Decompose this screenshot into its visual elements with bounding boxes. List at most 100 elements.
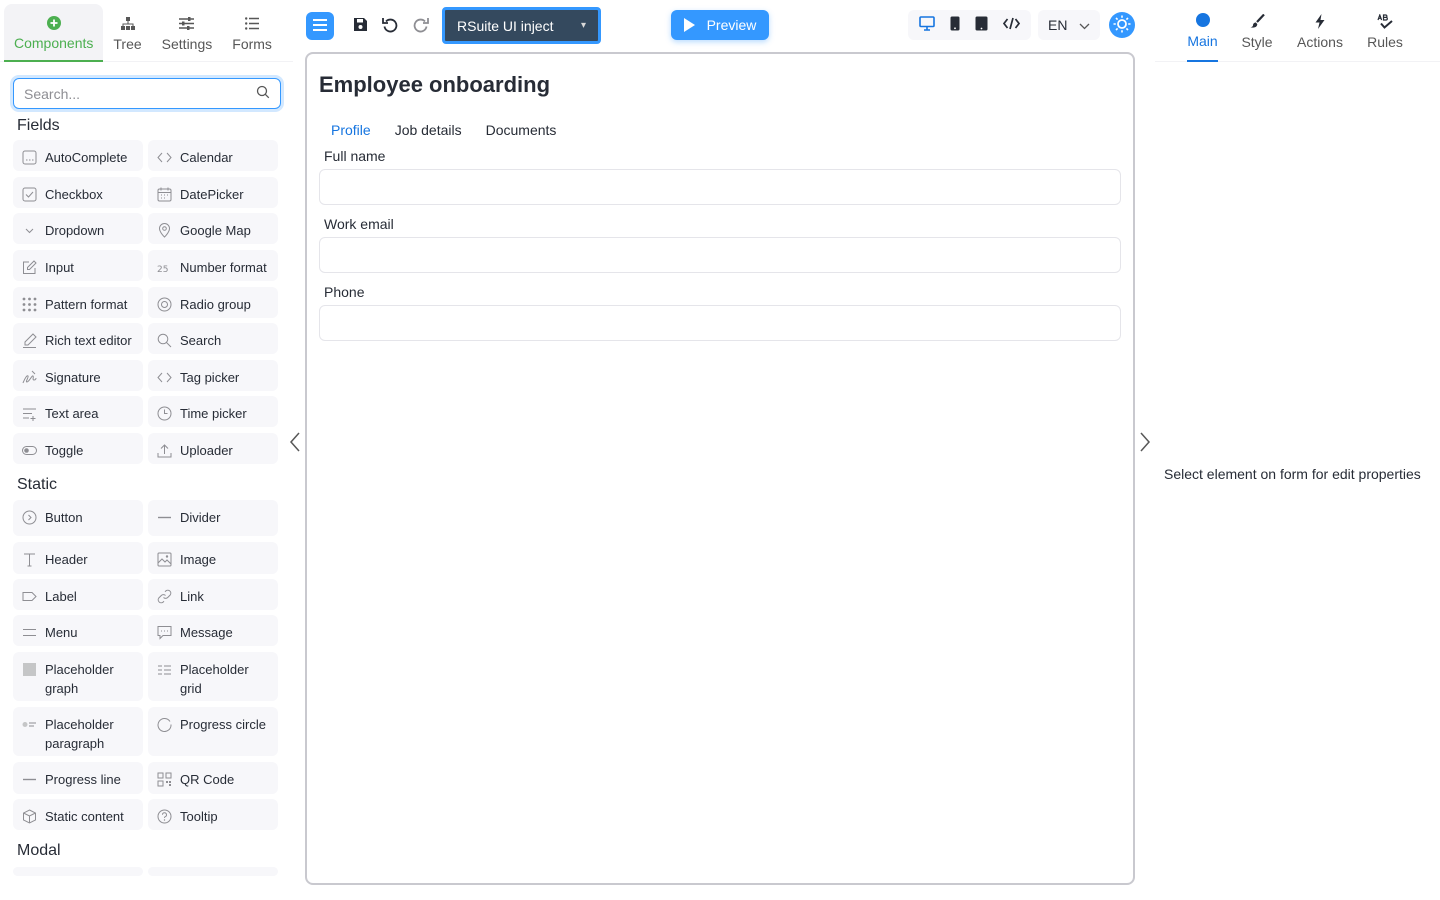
search-input[interactable] <box>24 85 256 102</box>
form-canvas[interactable]: Employee onboarding Profile Job details … <box>305 52 1135 885</box>
component-item-label: DatePicker <box>180 187 244 202</box>
component-item-label: Image <box>180 552 217 567</box>
collapse-right-panel-arrow[interactable] <box>1139 432 1151 455</box>
component-item[interactable]: DatePicker <box>148 177 278 208</box>
redo-button[interactable] <box>406 12 434 40</box>
tree-icon <box>120 15 135 33</box>
component-item[interactable]: Time picker <box>148 396 278 427</box>
tab-style[interactable]: Style <box>1239 0 1275 62</box>
placeholder-graph-icon <box>21 661 37 677</box>
properties-hint: Select element on form for edit properti… <box>1164 466 1421 482</box>
code-brackets-icon <box>156 149 172 165</box>
component-item-label: Uploader <box>180 443 233 458</box>
signature-icon <box>21 369 37 385</box>
work-email-label: Work email <box>324 216 394 232</box>
component-item[interactable]: Toggle <box>13 433 143 464</box>
tab-main[interactable]: Main <box>1187 0 1218 62</box>
component-item[interactable]: Progress line <box>13 762 143 794</box>
component-item[interactable]: Placeholder paragraph <box>13 707 143 756</box>
number-icon: 25 <box>156 259 172 275</box>
component-item-partial[interactable] <box>148 867 278 876</box>
component-item-label: Text area <box>45 406 99 421</box>
component-item[interactable]: Rich text editor <box>13 323 143 354</box>
undo-button[interactable] <box>376 12 404 40</box>
component-item[interactable]: Calendar <box>148 140 278 171</box>
component-item[interactable]: AutoComplete <box>13 140 143 171</box>
save-icon <box>353 17 368 35</box>
sun-icon <box>1113 15 1131 36</box>
tab-forms[interactable]: Forms <box>222 4 282 62</box>
pen-icon <box>21 332 37 348</box>
component-item[interactable]: Dropdown <box>13 213 143 244</box>
component-item[interactable]: Placeholder grid <box>148 652 278 701</box>
language-select[interactable]: EN <box>1038 10 1100 40</box>
tablet-icon[interactable] <box>975 16 988 34</box>
code-icon[interactable] <box>1002 17 1020 33</box>
component-item[interactable]: Link <box>148 579 278 610</box>
chevron-left-icon <box>289 432 301 455</box>
component-item[interactable]: Tooltip <box>148 799 278 830</box>
component-item[interactable]: Text area <box>13 396 143 427</box>
component-item[interactable]: Message <box>148 615 278 646</box>
component-item-label: QR Code <box>180 772 235 787</box>
component-item[interactable]: Checkbox <box>13 177 143 208</box>
tab-actions[interactable]: Actions <box>1295 0 1345 62</box>
component-item[interactable]: Menu <box>13 615 143 646</box>
component-item-label: Calendar <box>180 150 233 165</box>
collapse-left-panel-arrow[interactable] <box>289 432 301 455</box>
tab-settings[interactable]: Settings <box>152 4 223 62</box>
component-item[interactable]: Progress circle <box>148 707 278 756</box>
component-item[interactable]: Tag picker <box>148 360 278 391</box>
component-item[interactable]: Image <box>148 542 278 574</box>
theme-toggle-button[interactable] <box>1109 12 1135 38</box>
tab-label: Components <box>14 34 94 51</box>
tab-tree[interactable]: Tree <box>103 4 151 62</box>
form-tab-job-details[interactable]: Job details <box>383 120 474 140</box>
tab-label: Tree <box>113 35 142 52</box>
component-item[interactable]: Search <box>148 323 278 354</box>
full-name-field[interactable] <box>319 169 1121 205</box>
component-item[interactable]: Header <box>13 542 143 574</box>
save-button[interactable] <box>346 12 374 40</box>
component-item[interactable]: Placeholder graph <box>13 652 143 701</box>
search-icon[interactable] <box>256 85 270 102</box>
component-item[interactable]: Pattern format <box>13 287 143 318</box>
form-selector[interactable]: RSuite UI inject ▾ <box>442 7 601 44</box>
menu-icon <box>21 624 37 640</box>
section-static-heading: Static <box>17 476 58 493</box>
map-pin-icon <box>156 222 172 238</box>
component-item-partial[interactable] <box>13 867 143 876</box>
phone-icon[interactable] <box>950 16 960 34</box>
component-item[interactable]: Uploader <box>148 433 278 464</box>
tab-rules[interactable]: Rules <box>1365 0 1405 62</box>
component-item-label: Pattern format <box>45 297 128 312</box>
placeholder-paragraph-icon <box>21 716 37 732</box>
component-item[interactable]: QR Code <box>148 762 278 794</box>
component-item[interactable]: Label <box>13 579 143 610</box>
chevron-down-icon <box>21 222 37 238</box>
component-item[interactable]: Button <box>13 500 143 536</box>
tab-label: Forms <box>232 35 272 52</box>
component-item[interactable]: Static content <box>13 799 143 830</box>
component-item[interactable]: 25 Number format <box>148 250 278 281</box>
preview-button[interactable]: Preview <box>671 10 769 40</box>
form-title[interactable]: Employee onboarding <box>319 72 550 98</box>
component-item[interactable]: Input <box>13 250 143 281</box>
search-box <box>13 78 281 109</box>
component-item[interactable]: Signature <box>13 360 143 391</box>
component-item[interactable]: Divider <box>148 500 278 536</box>
work-email-field[interactable] <box>319 237 1121 273</box>
code-brackets-icon <box>156 369 172 385</box>
form-tab-profile[interactable]: Profile <box>319 120 383 140</box>
component-item-label: Signature <box>45 370 101 385</box>
tab-components[interactable]: Components <box>4 4 104 62</box>
component-item[interactable]: Google Map <box>148 213 278 244</box>
desktop-icon[interactable] <box>919 16 936 34</box>
component-item[interactable]: Radio group <box>148 287 278 318</box>
menu-button[interactable] <box>306 12 334 40</box>
form-tab-documents[interactable]: Documents <box>474 120 569 140</box>
component-item-label: Label <box>45 589 77 604</box>
phone-field[interactable] <box>319 305 1121 341</box>
device-switcher <box>908 10 1031 40</box>
component-item-label: Time picker <box>180 406 247 421</box>
